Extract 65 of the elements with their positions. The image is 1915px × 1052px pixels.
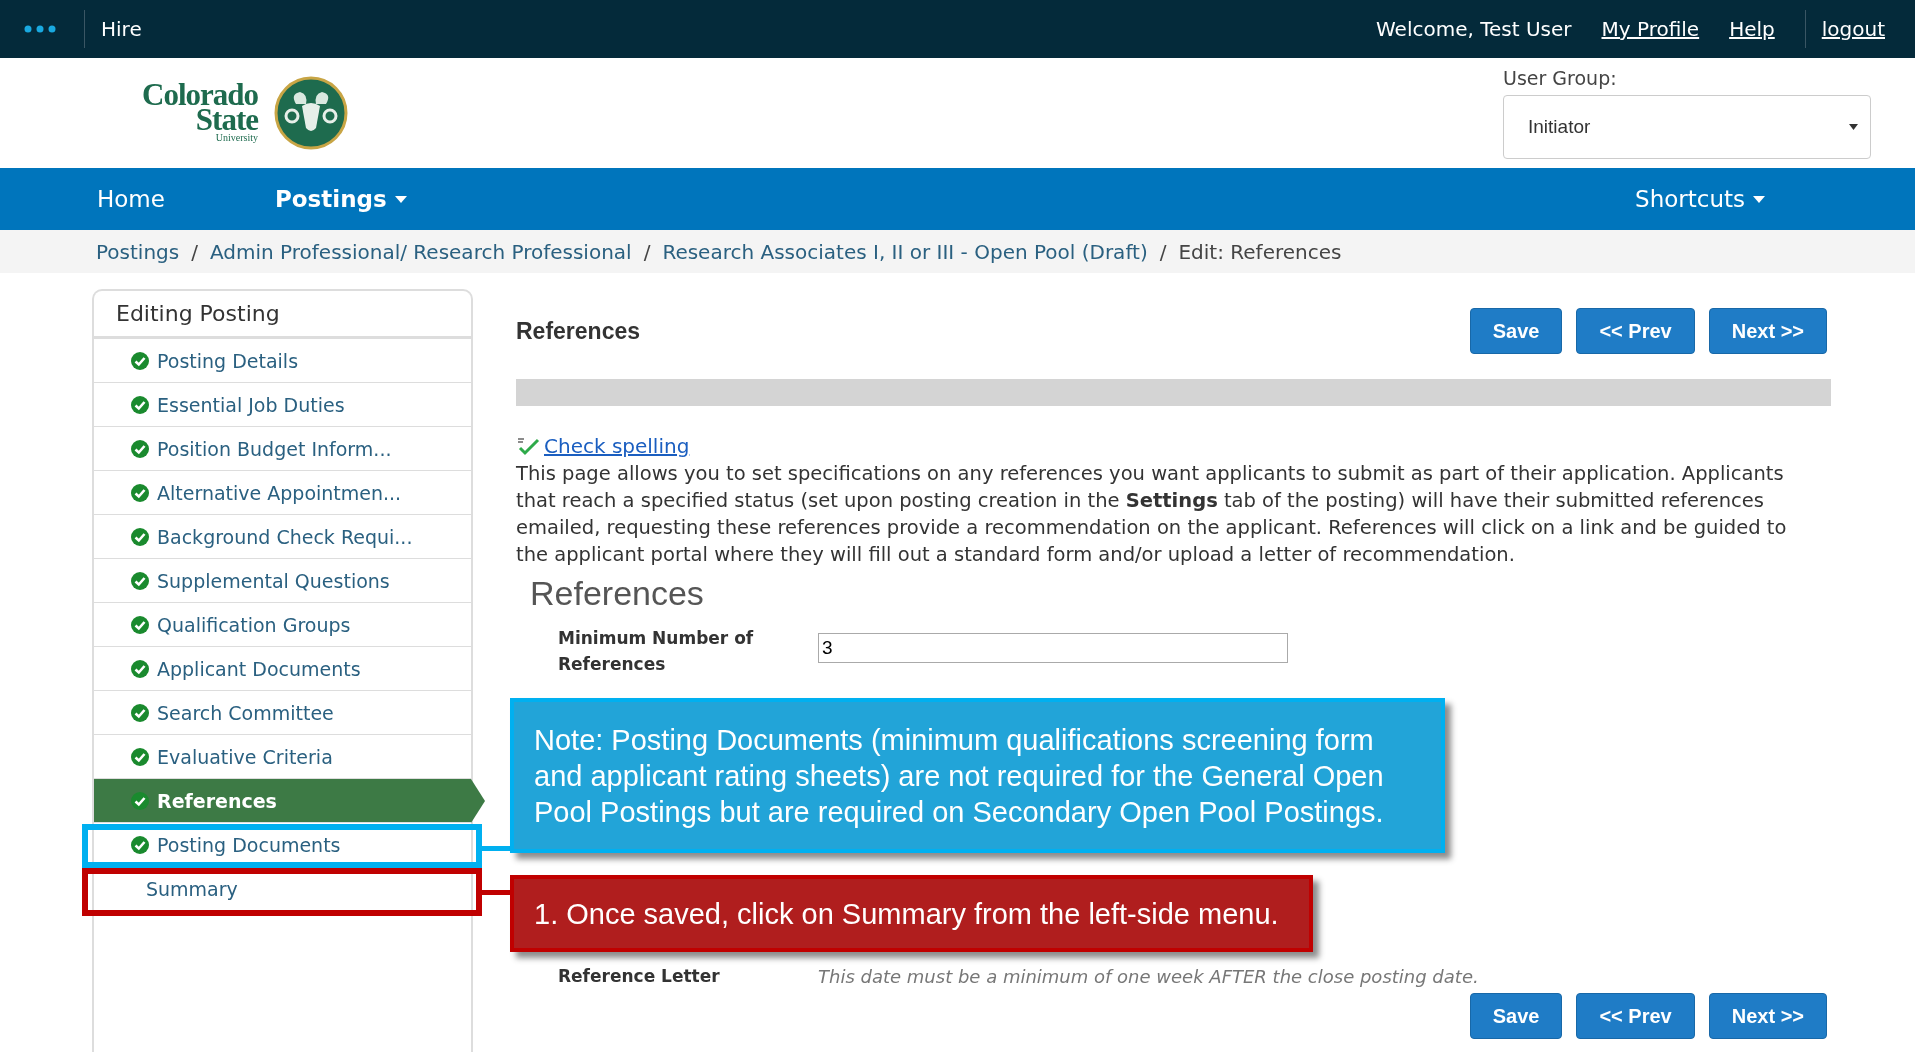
breadcrumb-link[interactable]: Postings — [96, 239, 180, 264]
check-circle-icon — [131, 703, 149, 722]
nav-button[interactable]: << Prev — [1576, 308, 1695, 354]
sidebar-item[interactable]: Search Committee — [94, 691, 471, 735]
sidebar-item[interactable]: References — [94, 779, 485, 823]
breadcrumb-link[interactable]: Research Associates I, II or III - Open Pool (Draft) — [662, 239, 1148, 264]
nav-button[interactable]: Next >> — [1708, 993, 1827, 1039]
breadcrumb-separator: / — [643, 239, 651, 264]
caret-icon — [394, 195, 407, 203]
description-text: This page allows you to set specifications on any references you want applicants to submit as part of their application. Applicants that reach a specified status (set upon posting creation in the Settings tab of the posting) will have their submitted references emailed, requesting these references provide a recommendation on the applicant. References will click on a link and be guided to the applicant portal where they will fill out a standard form and/or upload a letter of recommendation. — [516, 461, 1788, 568]
sidebar-item[interactable]: Applicant Documents — [94, 647, 471, 691]
caret-icon — [1753, 195, 1765, 203]
check-circle-icon — [131, 439, 149, 458]
sidebar-title: Editing Posting — [94, 291, 471, 339]
breadcrumb-link[interactable]: Admin Professional/ Research Professional — [209, 239, 632, 264]
callout-box: 1. Once saved, click on Summary from the left-side menu. — [510, 875, 1313, 952]
field-label: Minimum Number of References — [558, 627, 755, 676]
nav-button[interactable]: << Prev — [1576, 993, 1695, 1039]
check-circle-icon — [131, 483, 149, 502]
welcome-text: Welcome, Test User — [1375, 17, 1572, 41]
sidebar-item[interactable]: Alternative Appointmen... — [94, 471, 471, 515]
field-hint: This date must be a minimum of one week AFTER the close posting date. — [818, 965, 1479, 987]
header-link[interactable]: My Profile — [1601, 17, 1700, 41]
logo-wordmark: Colorado State University — [142, 82, 258, 144]
header-link[interactable]: Help — [1729, 17, 1775, 41]
user-group-select[interactable]: Initiator — [1503, 95, 1871, 159]
nav-button[interactable]: Save — [1469, 308, 1563, 354]
sidebar-item[interactable]: Summary — [94, 867, 471, 911]
sidebar-item[interactable]: Position Budget Inform... — [94, 427, 471, 471]
app-name: Hire — [101, 17, 142, 41]
check-circle-icon — [131, 659, 149, 678]
check-circle-icon — [131, 527, 149, 546]
nav-button[interactable]: Next >> — [1708, 308, 1827, 354]
check-spelling-link[interactable]: Check spelling — [544, 434, 690, 458]
caret-icon — [1849, 124, 1858, 130]
sidebar-item[interactable]: Background Check Requi... — [94, 515, 471, 559]
nav-button[interactable]: Save — [1469, 993, 1563, 1039]
spellcheck-icon — [516, 436, 540, 456]
current-page-label: Edit: References — [1178, 239, 1342, 264]
page-title: References — [516, 317, 641, 345]
check-circle-icon — [131, 747, 149, 766]
callout-box: Note: Posting Documents (minimum qualifications screening form and applicant rating sheets) are not required for the General Open Pool Postings but are required on Secondary Open Pool Postings. — [510, 698, 1445, 853]
sidebar-item[interactable]: Qualification Groups — [94, 603, 471, 647]
apps-menu-icon[interactable] — [24, 25, 56, 33]
breadcrumb-separator: / — [1159, 239, 1167, 264]
nav-tab[interactable]: Postings — [274, 186, 407, 212]
nav-tab[interactable]: Home — [97, 186, 165, 212]
user-group-label: User Group: — [1503, 67, 1618, 89]
round-emblem-icon — [274, 76, 348, 150]
header-link[interactable]: logout — [1821, 17, 1885, 41]
field-label: Reference Letter — [558, 965, 721, 988]
sidebar-item[interactable]: Supplemental Questions — [94, 559, 471, 603]
breadcrumb-separator: / — [191, 239, 198, 264]
check-circle-icon — [131, 351, 149, 370]
sidebar-item[interactable]: Essential Job Duties — [94, 383, 471, 427]
shortcuts-menu[interactable]: Shortcuts — [1635, 186, 1765, 212]
section-heading: References — [530, 574, 705, 613]
check-circle-icon — [131, 395, 149, 414]
input-field[interactable]: 3 — [818, 633, 1288, 663]
sidebar-item[interactable]: Posting Details — [94, 339, 471, 383]
check-circle-icon — [131, 571, 149, 590]
check-circle-icon — [131, 615, 149, 634]
check-circle-icon — [131, 791, 149, 810]
sidebar-item[interactable]: Posting Documents — [94, 823, 471, 867]
check-circle-icon — [131, 835, 149, 854]
